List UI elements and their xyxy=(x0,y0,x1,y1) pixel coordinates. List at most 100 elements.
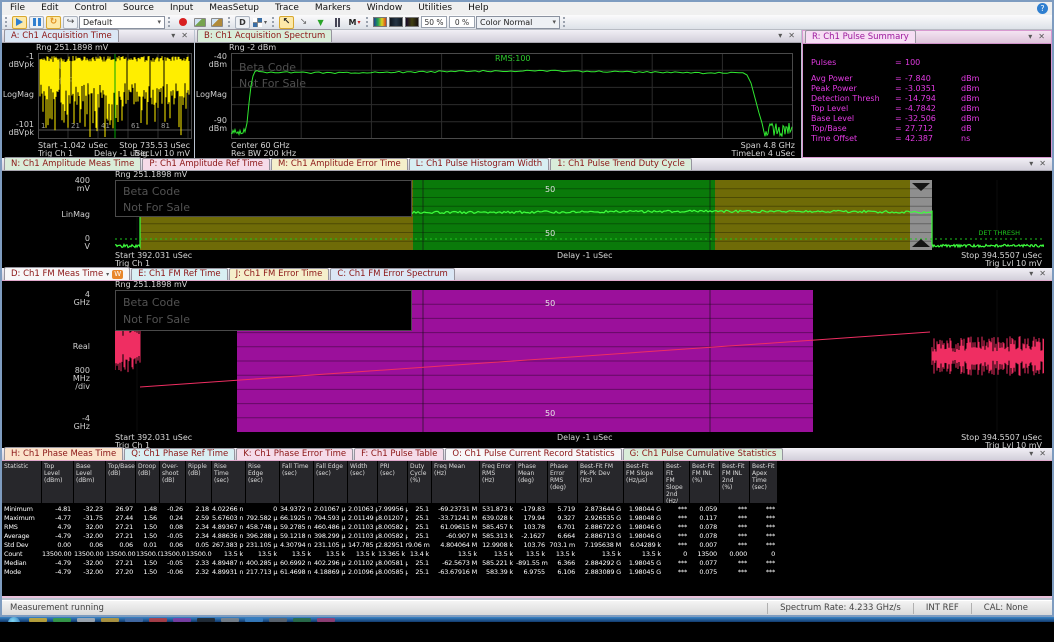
taskbar-icon[interactable] xyxy=(173,618,191,622)
stat-value-cell: -891.55 m xyxy=(516,559,548,568)
record-button[interactable] xyxy=(175,16,190,29)
minimize-icon[interactable]: ▾ xyxy=(1026,447,1036,460)
taskbar-icon[interactable] xyxy=(29,618,47,622)
tab-g[interactable]: G: Ch1 Pulse Cumulative Statistics xyxy=(623,448,784,460)
tab-d[interactable]: D: Ch1 FM Meas Time▾W xyxy=(4,267,130,280)
layout-button[interactable]: ▾ xyxy=(252,16,268,29)
restart-button[interactable]: ↻ xyxy=(46,16,61,29)
taskbar-icon[interactable] xyxy=(77,618,95,622)
band-marker-button[interactable] xyxy=(330,16,345,29)
close-icon[interactable]: ✕ xyxy=(1035,30,1048,43)
minimize-icon[interactable]: ▾ xyxy=(168,29,178,42)
minimize-icon[interactable]: ▾ xyxy=(1025,30,1035,43)
menu-item-source[interactable]: Source xyxy=(115,2,162,15)
menu-item-meassetup[interactable]: MeasSetup xyxy=(201,2,267,15)
save-trace-button[interactable] xyxy=(209,16,224,29)
menu-item-trace[interactable]: Trace xyxy=(267,2,307,15)
select-tool-button[interactable]: ↖ xyxy=(279,16,294,29)
taskbar-icon[interactable] xyxy=(101,618,119,622)
taskbar-icon[interactable] xyxy=(317,618,335,622)
menu-item-markers[interactable]: Markers xyxy=(307,2,359,15)
tab-r[interactable]: R: Ch1 Pulse Summary xyxy=(805,30,916,43)
colormap-rainbow-button[interactable] xyxy=(373,17,387,27)
tab-l[interactable]: L: Ch1 Pulse Histogram Width xyxy=(409,158,549,170)
colormap-spectro-button[interactable] xyxy=(405,17,419,27)
toolbar-grip[interactable] xyxy=(5,17,8,27)
toolbar-grip[interactable] xyxy=(366,17,369,27)
preset-dropdown[interactable]: Default ▾ xyxy=(79,16,165,29)
menu-item-window[interactable]: Window xyxy=(359,2,411,15)
markers-button[interactable]: M▾ xyxy=(347,16,362,29)
close-icon[interactable]: ✕ xyxy=(1036,447,1049,460)
start-button[interactable] xyxy=(8,617,20,622)
taskbar-icon[interactable] xyxy=(197,618,215,622)
chart-n-plot[interactable]: DET THRESH5050Beta CodeNot For Sale xyxy=(115,180,1044,250)
chart-d-plot[interactable]: 5050Beta CodeNot For Sale xyxy=(115,290,1044,432)
resize-grip[interactable] xyxy=(1040,601,1052,615)
minimize-icon[interactable]: ▾ xyxy=(1026,157,1036,170)
taskbar-icon[interactable] xyxy=(293,618,311,622)
peak-marker-button[interactable]: ▼ xyxy=(313,16,328,29)
toolbar-grip[interactable] xyxy=(272,17,275,27)
pause-button[interactable] xyxy=(29,16,44,29)
menu-item-help[interactable]: Help xyxy=(460,2,497,15)
marker-caret-icon: ▾ xyxy=(357,19,360,26)
panel-pulse-summary: R: Ch1 Pulse Summary ▾✕ Pulses=100Avg Po… xyxy=(802,30,1052,158)
minimize-icon[interactable]: ▾ xyxy=(1026,267,1036,280)
tab-j[interactable]: J: Ch1 FM Error Time xyxy=(229,268,330,280)
color-mode-dropdown[interactable]: Color Normal ▾ xyxy=(476,16,560,29)
tab-q[interactable]: Q: Ch1 Phase Ref Time xyxy=(124,448,235,460)
stat-value-cell: 59.1218 n xyxy=(280,532,314,541)
menu-item-file[interactable]: File xyxy=(2,2,33,15)
taskbar-icon[interactable] xyxy=(221,618,239,622)
menu-item-utilities[interactable]: Utilities xyxy=(410,2,460,15)
tab-f[interactable]: F: Ch1 Pulse Table xyxy=(354,448,444,460)
tab-n[interactable]: N: Ch1 Amplitude Meas Time xyxy=(4,157,141,170)
close-icon[interactable]: ✕ xyxy=(178,29,191,42)
chart-b-plot[interactable]: Beta CodeNot For SaleRMS:100 xyxy=(231,53,793,139)
close-icon[interactable]: ✕ xyxy=(785,29,798,42)
colormap-dark-button[interactable] xyxy=(389,17,403,27)
svg-text:Not For Sale: Not For Sale xyxy=(123,201,190,214)
chart-a-plot[interactable]: Beta CodeNot For Sale121416181 xyxy=(38,53,192,139)
tab-a[interactable]: A: Ch1 Acquisition Time xyxy=(4,29,119,42)
tab-p[interactable]: P: Ch1 Amplitude Ref Time xyxy=(142,158,270,170)
toolbar-grip[interactable] xyxy=(168,17,171,27)
tab-e[interactable]: E: Ch1 FM Ref Time xyxy=(131,268,228,280)
chevron-down-icon[interactable]: ▾ xyxy=(106,271,109,278)
contrast-field[interactable]: 0 % xyxy=(449,16,475,28)
slope-tool-button[interactable]: ↘ xyxy=(296,16,311,29)
tab-b[interactable]: B: Ch1 Acquisition Spectrum xyxy=(197,29,332,42)
minimize-icon[interactable]: ▾ xyxy=(775,29,785,42)
taskbar-icon[interactable] xyxy=(53,618,71,622)
tab-o[interactable]: O: Ch1 Pulse Current Record Statistics xyxy=(445,448,621,460)
stat-value-cell: 8.00581 µ xyxy=(378,559,408,568)
taskbar-icon[interactable] xyxy=(245,618,263,622)
tab-k[interactable]: K: Ch1 Phase Error Time xyxy=(236,448,353,460)
taskbar-icon[interactable] xyxy=(269,618,287,622)
taskbar-icon[interactable] xyxy=(125,618,143,622)
tab-h[interactable]: H: Ch1 Phase Meas Time xyxy=(4,447,123,460)
stat-value-cell: 27.21 xyxy=(106,532,136,541)
taskbar-icon[interactable] xyxy=(149,618,167,622)
menu-item-edit[interactable]: Edit xyxy=(33,2,66,15)
toolbar-grip[interactable] xyxy=(228,17,231,27)
stat-value-cell: 13500.00 xyxy=(42,550,74,559)
tab-c[interactable]: C: Ch1 FM Error Spectrum xyxy=(330,268,454,280)
close-icon[interactable]: ✕ xyxy=(1036,267,1049,280)
tab-m[interactable]: M: Ch1 Amplitude Error Time xyxy=(271,158,408,170)
toolbar-grip[interactable] xyxy=(563,17,566,27)
brightness-field[interactable]: 50 % xyxy=(421,16,447,28)
display-button[interactable]: D xyxy=(235,16,250,29)
trigger-button[interactable]: ↪ xyxy=(63,16,78,29)
panel-acquisition-spectrum: B: Ch1 Acquisition Spectrum ▾✕ Rng -2 dB… xyxy=(195,30,801,158)
stat-value-cell: 13.5 k xyxy=(548,550,578,559)
screenshot-button[interactable] xyxy=(192,16,207,29)
close-icon[interactable]: ✕ xyxy=(1036,157,1049,170)
table-row: Count13500.0013500.0013500.0013500.00135… xyxy=(2,550,778,559)
help-icon[interactable]: ? xyxy=(1037,3,1048,14)
tab-1[interactable]: 1: Ch1 Pulse Trend Duty Cycle xyxy=(550,158,692,170)
menu-item-control[interactable]: Control xyxy=(67,2,116,15)
play-button[interactable] xyxy=(12,16,27,29)
menu-item-input[interactable]: Input xyxy=(162,2,201,15)
